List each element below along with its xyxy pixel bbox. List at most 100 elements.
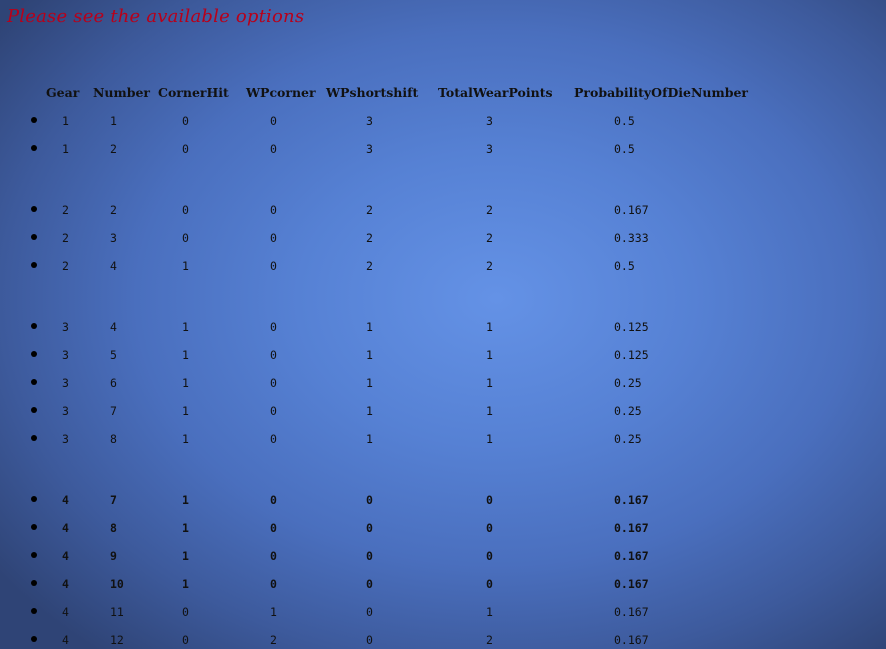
total-wear-points-cell: 1: [486, 432, 493, 446]
wp-corner-cell: 0: [270, 521, 277, 535]
probability-cell: 0.5: [614, 259, 635, 273]
number-cell: 7: [110, 404, 117, 418]
table-row: 3 5 1 0 1 1 0.125: [0, 347, 886, 363]
corner-hit-cell: 1: [182, 259, 189, 273]
number-cell: 8: [110, 432, 117, 446]
header-total-wear-points: TotalWearPoints: [438, 85, 553, 100]
corner-hit-cell: 1: [182, 348, 189, 362]
gear-cell: 3: [62, 320, 69, 334]
wp-shortshift-cell: 1: [366, 348, 373, 362]
probability-cell: 0.25: [614, 376, 642, 390]
wp-corner-cell: 0: [270, 577, 277, 591]
table-row: 3 4 1 0 1 1 0.125: [0, 319, 886, 335]
number-cell: 12: [110, 633, 124, 647]
bullet-icon: [31, 552, 37, 558]
total-wear-points-cell: 2: [486, 203, 493, 217]
wp-corner-cell: 1: [270, 605, 277, 619]
gear-cell: 3: [62, 348, 69, 362]
gear-cell: 2: [62, 259, 69, 273]
gear-cell: 4: [62, 493, 69, 507]
probability-cell: 0.167: [614, 605, 649, 619]
wp-shortshift-cell: 1: [366, 320, 373, 334]
total-wear-points-cell: 0: [486, 549, 493, 563]
header-wp-corner: WPcorner: [246, 85, 316, 100]
wp-corner-cell: 0: [270, 376, 277, 390]
table-row: 3 7 1 0 1 1 0.25: [0, 403, 886, 419]
wp-corner-cell: 0: [270, 203, 277, 217]
number-cell: 9: [110, 549, 117, 563]
wp-corner-cell: 0: [270, 259, 277, 273]
probability-cell: 0.333: [614, 231, 649, 245]
gear-cell: 3: [62, 376, 69, 390]
wp-corner-cell: 0: [270, 114, 277, 128]
page-title: Please see the available options: [7, 6, 305, 27]
corner-hit-cell: 1: [182, 549, 189, 563]
number-cell: 10: [110, 577, 124, 591]
bullet-icon: [31, 580, 37, 586]
wp-shortshift-cell: 0: [366, 577, 373, 591]
number-cell: 1: [110, 114, 117, 128]
wp-shortshift-cell: 0: [366, 521, 373, 535]
number-cell: 4: [110, 259, 117, 273]
table-row: 3 8 1 0 1 1 0.25: [0, 431, 886, 447]
number-cell: 3: [110, 231, 117, 245]
bullet-icon: [31, 206, 37, 212]
table-row: 2 2 0 0 2 2 0.167: [0, 202, 886, 218]
wp-shortshift-cell: 3: [366, 114, 373, 128]
header-corner-hit: CornerHit: [158, 85, 229, 100]
total-wear-points-cell: 0: [486, 493, 493, 507]
header-gear: Gear: [46, 85, 80, 100]
table-row: 4 7 1 0 0 0 0.167: [0, 492, 886, 508]
number-cell: 8: [110, 521, 117, 535]
wp-shortshift-cell: 0: [366, 605, 373, 619]
bullet-icon: [31, 234, 37, 240]
wp-shortshift-cell: 0: [366, 633, 373, 647]
corner-hit-cell: 1: [182, 376, 189, 390]
wp-shortshift-cell: 1: [366, 376, 373, 390]
table-row: 4 11 0 1 0 1 0.167: [0, 604, 886, 620]
corner-hit-cell: 0: [182, 605, 189, 619]
total-wear-points-cell: 2: [486, 231, 493, 245]
bullet-icon: [31, 407, 37, 413]
probability-cell: 0.167: [614, 203, 649, 217]
bullet-icon: [31, 435, 37, 441]
number-cell: 6: [110, 376, 117, 390]
wp-corner-cell: 0: [270, 348, 277, 362]
total-wear-points-cell: 1: [486, 404, 493, 418]
table-row: 3 6 1 0 1 1 0.25: [0, 375, 886, 391]
wp-shortshift-cell: 0: [366, 549, 373, 563]
corner-hit-cell: 0: [182, 142, 189, 156]
wp-shortshift-cell: 2: [366, 259, 373, 273]
wp-corner-cell: 0: [270, 142, 277, 156]
table-row: 4 10 1 0 0 0 0.167: [0, 576, 886, 592]
probability-cell: 0.167: [614, 577, 649, 591]
table-row: 2 4 1 0 2 2 0.5: [0, 258, 886, 274]
gear-cell: 3: [62, 432, 69, 446]
total-wear-points-cell: 1: [486, 320, 493, 334]
number-cell: 7: [110, 493, 117, 507]
wp-corner-cell: 0: [270, 549, 277, 563]
wp-corner-cell: 0: [270, 404, 277, 418]
probability-cell: 0.25: [614, 432, 642, 446]
wp-shortshift-cell: 1: [366, 404, 373, 418]
gear-cell: 1: [62, 142, 69, 156]
probability-cell: 0.5: [614, 142, 635, 156]
number-cell: 2: [110, 142, 117, 156]
table-row: 4 12 0 2 0 2 0.167: [0, 632, 886, 648]
bullet-icon: [31, 636, 37, 642]
wp-shortshift-cell: 1: [366, 432, 373, 446]
number-cell: 4: [110, 320, 117, 334]
wp-shortshift-cell: 2: [366, 231, 373, 245]
gear-cell: 4: [62, 633, 69, 647]
wp-corner-cell: 0: [270, 231, 277, 245]
total-wear-points-cell: 0: [486, 521, 493, 535]
bullet-icon: [31, 351, 37, 357]
corner-hit-cell: 1: [182, 320, 189, 334]
wp-corner-cell: 2: [270, 633, 277, 647]
bullet-icon: [31, 262, 37, 268]
total-wear-points-cell: 3: [486, 114, 493, 128]
table-row: 2 3 0 0 2 2 0.333: [0, 230, 886, 246]
header-probability: ProbabilityOfDieNumber: [574, 85, 749, 100]
header-number: Number: [93, 85, 151, 100]
header-wp-shortshift: WPshortshift: [326, 85, 419, 100]
